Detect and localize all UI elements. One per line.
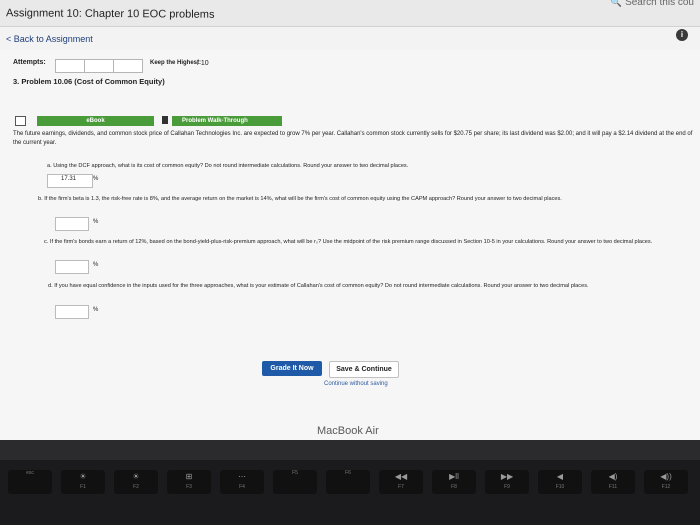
macbook-air-label: MacBook Air — [317, 425, 379, 437]
answer-c-input[interactable] — [55, 260, 89, 274]
answer-a-value: 17.31 — [61, 176, 77, 182]
keyboard-key: ☀ F1 — [61, 470, 105, 494]
answer-a-unit: % — [93, 176, 99, 182]
problem-intro: The future earnings, dividends, and comm… — [13, 131, 693, 146]
walkthrough-icon — [162, 116, 168, 124]
question-d-text: d. If you have equal confidence in the i… — [48, 283, 589, 289]
continue-without-saving-link[interactable]: Continue without saving — [324, 381, 388, 387]
answer-d-input[interactable] — [55, 305, 89, 319]
key-glyph: ◀◀ — [394, 472, 408, 481]
attempts-row: Attempts: — [13, 59, 46, 66]
question-b-text: b. If the firm's beta is 1.3, the risk-f… — [38, 196, 562, 202]
key-label: F2 — [133, 484, 139, 490]
keyboard-key: ▶▶ F9 — [485, 470, 529, 494]
browser-screen: Assignment 10: Chapter 10 EOC problems 🔍… — [0, 0, 700, 440]
key-label: F5 — [292, 470, 298, 476]
key-glyph: ☀ — [132, 472, 140, 481]
info-icon[interactable]: i — [676, 29, 688, 41]
keep-highest-value: / 10 — [197, 60, 209, 67]
attempts-label: Attempts: — [13, 59, 46, 66]
keyboard-key: ◀)) F12 — [644, 470, 688, 494]
key-label: F7 — [398, 484, 404, 490]
keyboard-key: ◀ F10 — [538, 470, 582, 494]
question-a-text: a. Using the DCF approach, what is its c… — [47, 163, 409, 169]
attempt-box-1 — [55, 59, 85, 73]
key-label: F10 — [555, 484, 565, 490]
answer-d-unit: % — [93, 307, 99, 313]
function-keys: esc ☀ F1 ☀ F2 ⊞ F3 ⋯ F4 F5 F6 ◀◀ F7 ▶ll F8 ▶▶ F9 ◀ F10 ◀) F1… — [0, 470, 700, 500]
key-label: F4 — [239, 484, 245, 490]
search-hint-text: Search this cou — [625, 0, 694, 8]
back-to-assignment-link[interactable]: < Back to Assignment — [6, 34, 93, 44]
key-label: F11 — [608, 484, 618, 490]
answer-b-unit: % — [93, 219, 99, 225]
key-glyph: ⊞ — [185, 472, 193, 481]
key-label: F6 — [345, 470, 351, 476]
keyboard-key: ⊞ F3 — [167, 470, 211, 494]
keyboard-key: F5 — [273, 470, 317, 494]
answer-c-unit: % — [93, 262, 99, 268]
search-icon: 🔍 — [610, 0, 623, 7]
key-label: F8 — [451, 484, 457, 490]
key-glyph: ◀ — [556, 472, 564, 481]
keyboard-key: ◀◀ F7 — [379, 470, 423, 494]
key-label: F12 — [661, 484, 671, 490]
key-glyph: ◀) — [608, 472, 618, 481]
keyboard-key: esc — [8, 470, 52, 494]
key-glyph: ☀ — [79, 472, 87, 481]
key-glyph: ▶▶ — [500, 472, 514, 481]
tab-ebook[interactable]: eBook — [37, 116, 154, 126]
key-glyph: ▶ll — [449, 472, 459, 481]
attempt-box-3 — [113, 59, 143, 73]
title-bar: Assignment 10: Chapter 10 EOC problems 🔍… — [0, 0, 700, 27]
keep-highest-label: Keep the Highest: — [150, 60, 202, 66]
problem-tabs: eBook Problem Walk-Through — [15, 116, 282, 126]
keyboard-key: ⋯ F4 — [220, 470, 264, 494]
key-glyph: ⋯ — [238, 472, 246, 481]
key-label: F9 — [504, 484, 510, 490]
tab-problem-walkthrough[interactable]: Problem Walk-Through — [172, 116, 282, 126]
save-and-continue-button[interactable]: Save & Continue — [329, 361, 399, 378]
key-label: F3 — [186, 484, 192, 490]
answer-b-input[interactable] — [55, 217, 89, 231]
keyboard-key: ▶ll F8 — [432, 470, 476, 494]
key-glyph: ◀)) — [660, 472, 672, 481]
problem-title: 3. Problem 10.06 (Cost of Common Equity) — [13, 77, 165, 86]
keyboard-key: ◀) F11 — [591, 470, 635, 494]
ebook-icon — [15, 116, 26, 126]
grade-it-now-button[interactable]: Grade It Now — [262, 361, 322, 376]
search-hint[interactable]: 🔍 Search this cou — [611, 0, 694, 8]
key-label: esc — [26, 470, 34, 476]
assignment-title: Assignment 10: Chapter 10 EOC problems — [5, 7, 215, 21]
keyboard-key: ☀ F2 — [114, 470, 158, 494]
question-c-text: c. If the firm's bonds earn a return of … — [44, 239, 653, 245]
attempt-box-2 — [84, 59, 114, 73]
keyboard-key: F6 — [326, 470, 370, 494]
key-label: F1 — [80, 484, 86, 490]
